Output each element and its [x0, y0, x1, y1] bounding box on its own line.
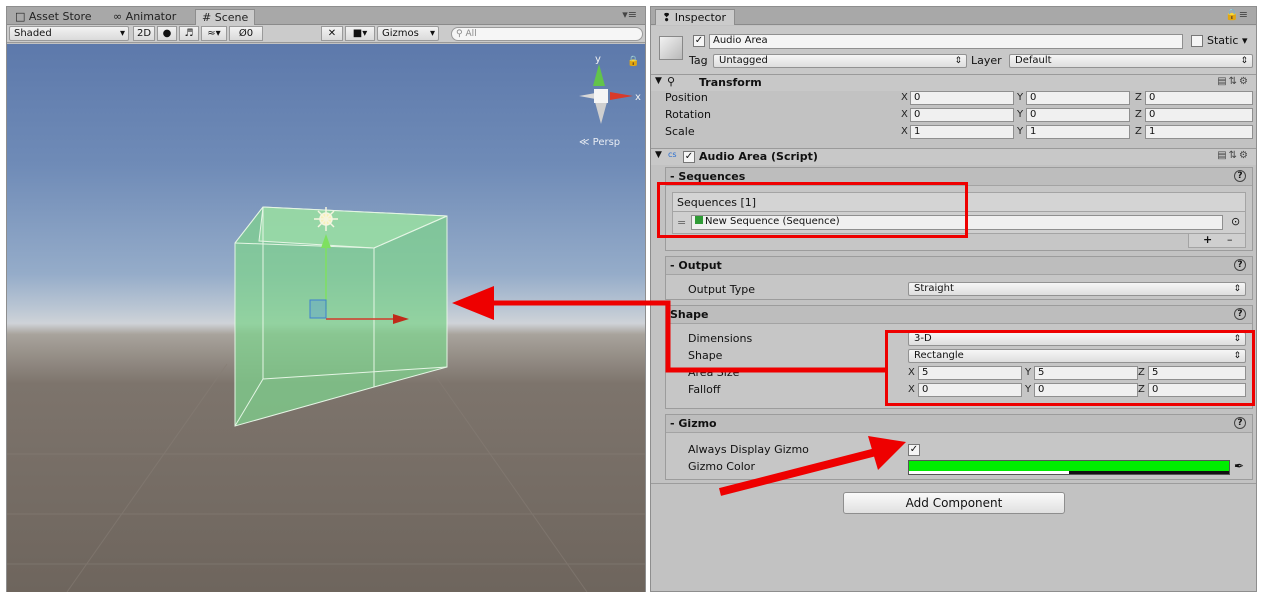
annotation-arrowhead-scene — [452, 286, 494, 320]
annotation-arrow-to-checkbox — [719, 448, 877, 496]
annotation-arrows — [452, 286, 906, 496]
annotation-arrow-to-scene — [490, 300, 888, 373]
annotation-arrowhead-checkbox — [868, 436, 906, 470]
